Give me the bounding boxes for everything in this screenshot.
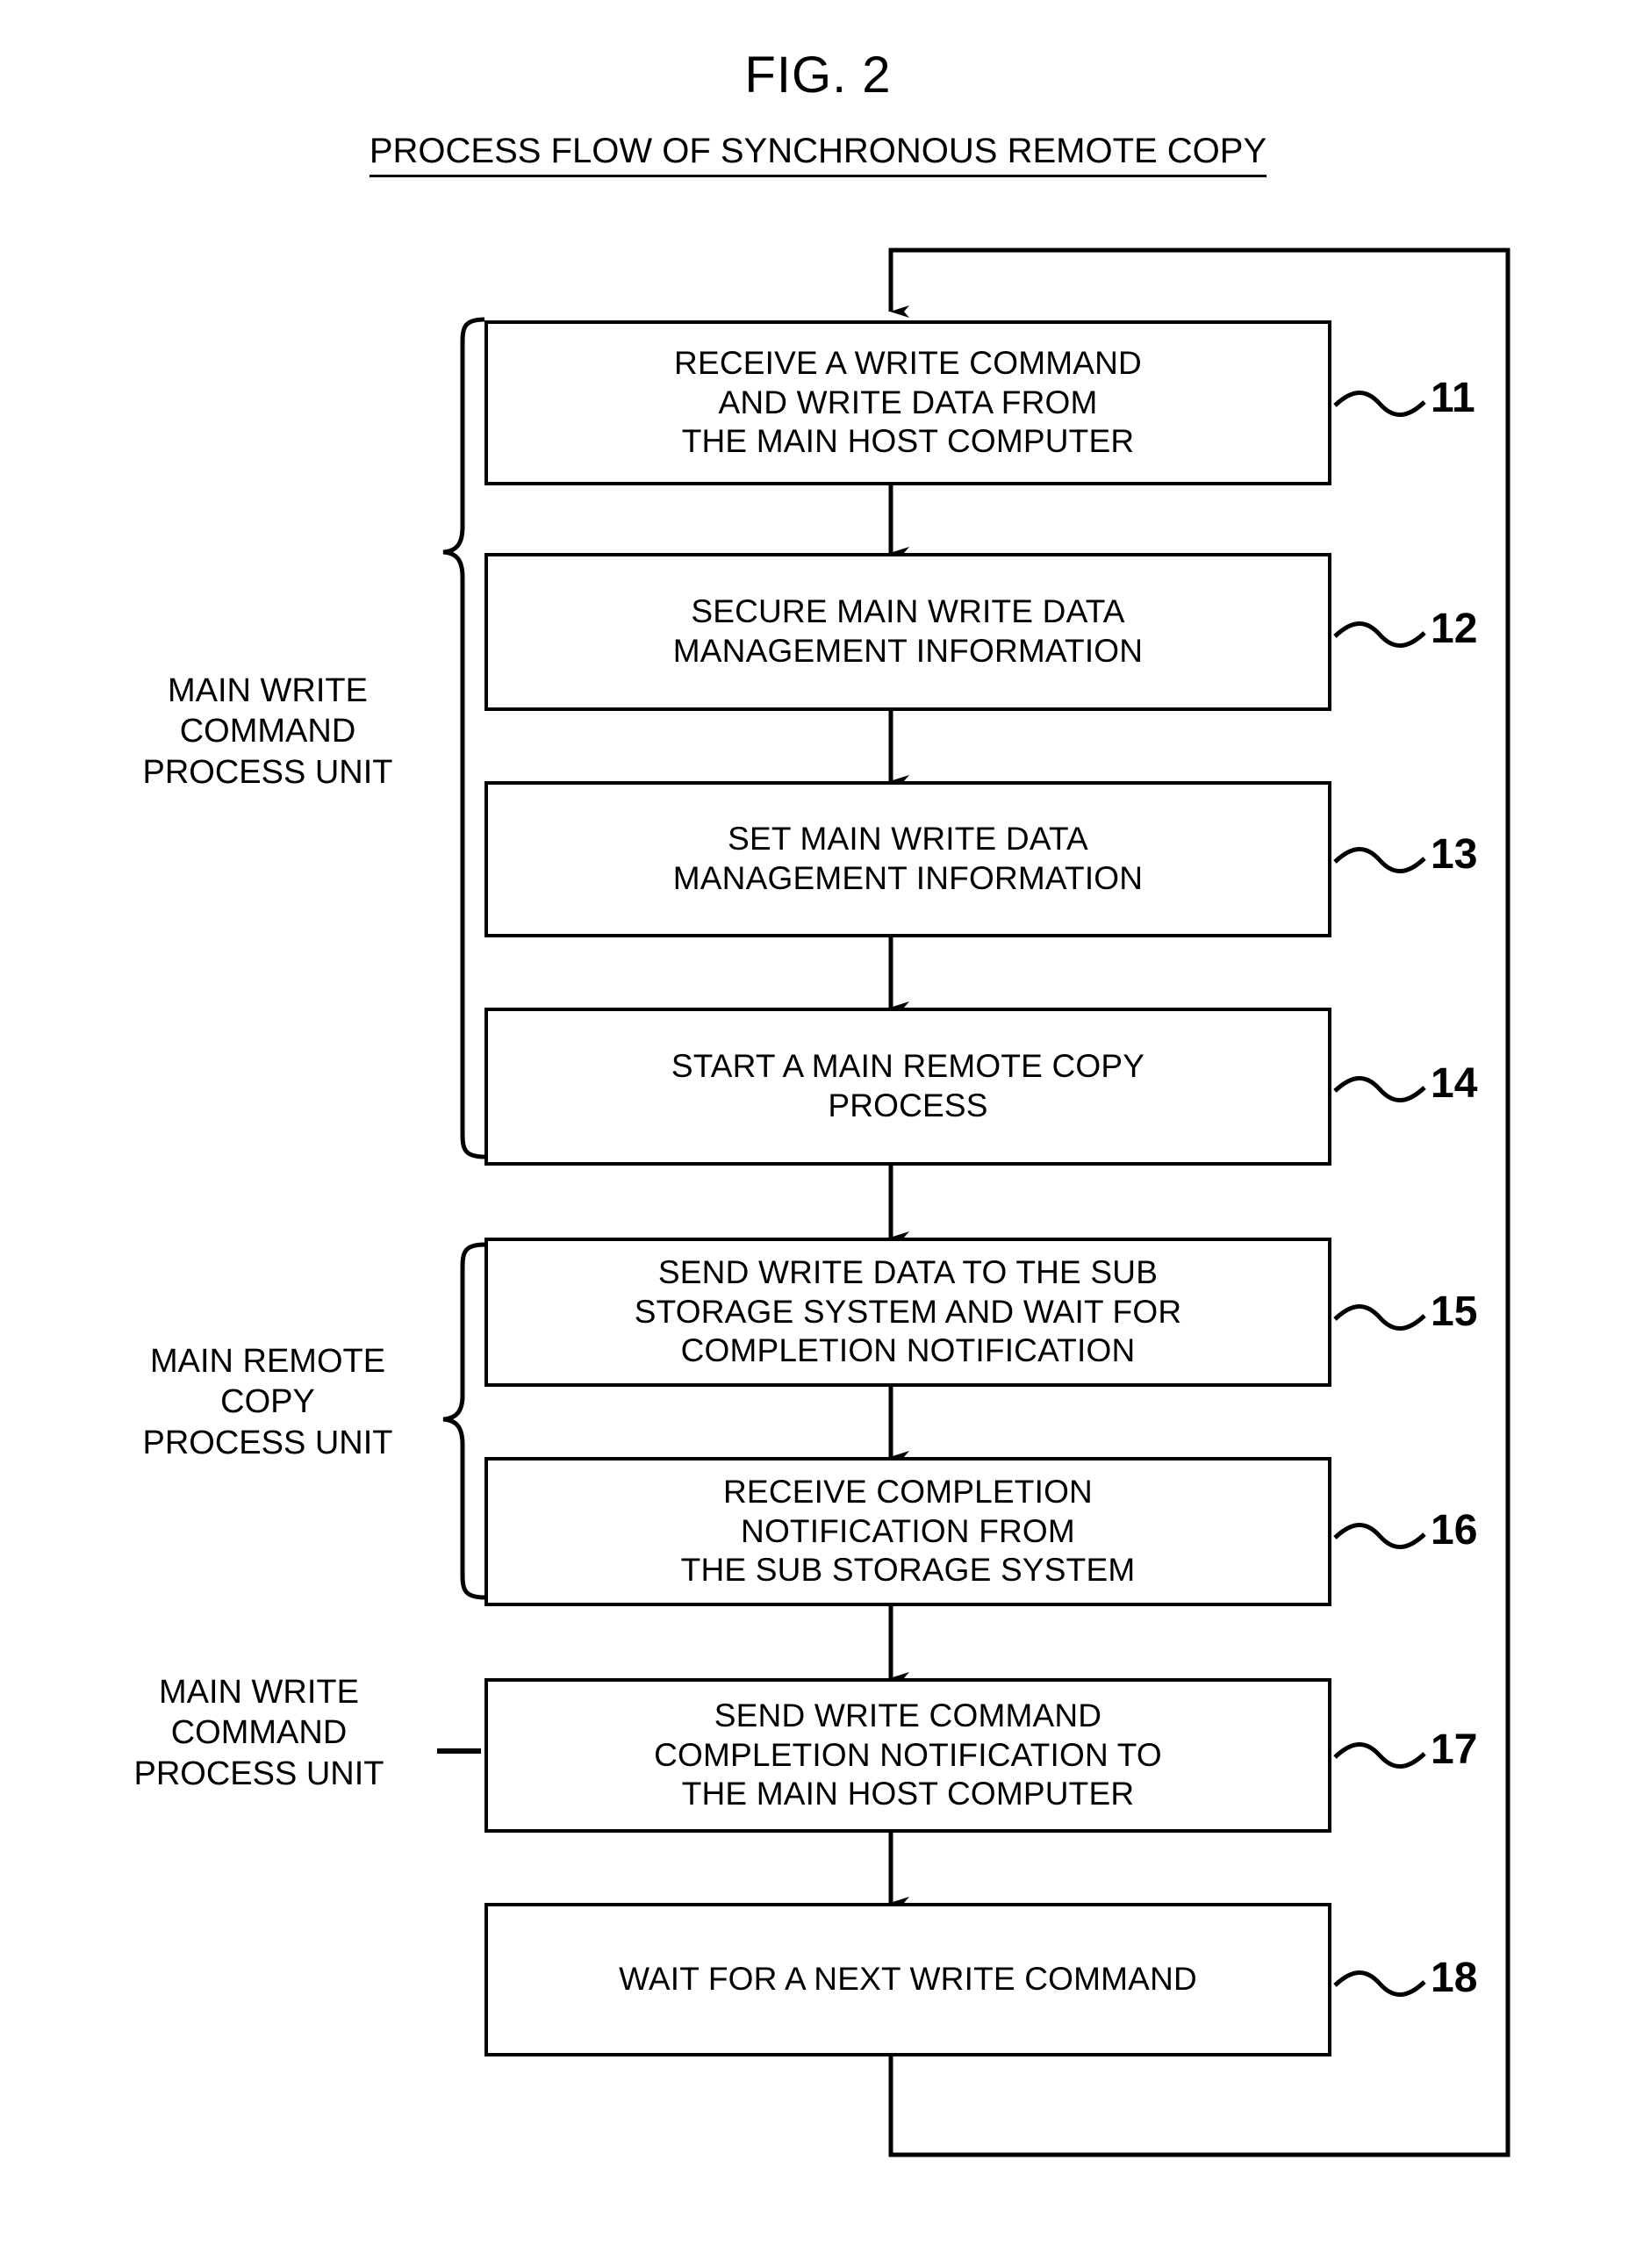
group-label-main-remote-copy-process-unit: MAIN REMOTE COPY PROCESS UNIT (142, 1343, 393, 1461)
process-box-14[interactable]: START A MAIN REMOTE COPY PROCESS (484, 1008, 1331, 1166)
process-box-16-text: RECEIVE COMPLETION NOTIFICATION FROM THE… (680, 1473, 1136, 1589)
process-box-16[interactable]: RECEIVE COMPLETION NOTIFICATION FROM THE… (484, 1457, 1331, 1606)
leader-13 (1333, 847, 1426, 873)
reference-numeral-11: 11 (1431, 375, 1475, 421)
reference-numeral-13: 13 (1431, 831, 1478, 878)
process-box-11[interactable]: RECEIVE A WRITE COMMAND AND WRITE DATA F… (484, 320, 1331, 485)
process-box-15-text: SEND WRITE DATA TO THE SUB STORAGE SYSTE… (634, 1253, 1182, 1369)
reference-numeral-12: 12 (1431, 606, 1478, 652)
leader-15 (1333, 1304, 1426, 1331)
process-box-12-text: SECURE MAIN WRITE DATA MANAGEMENT INFORM… (672, 593, 1144, 669)
process-box-13[interactable]: SET MAIN WRITE DATA MANAGEMENT INFORMATI… (484, 781, 1331, 937)
leader-18 (1333, 1970, 1426, 1997)
leader-17 (1333, 1742, 1426, 1769)
group-label-main-write-command-process-unit-top: MAIN WRITE COMMAND PROCESS UNIT (142, 672, 393, 791)
process-box-12[interactable]: SECURE MAIN WRITE DATA MANAGEMENT INFORM… (484, 553, 1331, 711)
reference-numeral-14: 14 (1431, 1060, 1478, 1107)
reference-numeral-15: 15 (1431, 1288, 1478, 1335)
reference-numeral-17: 17 (1431, 1726, 1478, 1773)
process-box-17-text: SEND WRITE COMMAND COMPLETION NOTIFICATI… (654, 1697, 1162, 1812)
process-box-17[interactable]: SEND WRITE COMMAND COMPLETION NOTIFICATI… (484, 1678, 1331, 1833)
brace-main-write-command-unit-top (442, 317, 485, 1159)
process-box-14-text: START A MAIN REMOTE COPY PROCESS (671, 1048, 1145, 1123)
reference-leader-lines (1333, 391, 1426, 1997)
leader-12 (1333, 621, 1426, 648)
process-box-11-text: RECEIVE A WRITE COMMAND AND WRITE DATA F… (674, 344, 1142, 460)
process-box-18-text: WAIT FOR A NEXT WRITE COMMAND (619, 1961, 1197, 1998)
loop-back-path (888, 248, 1510, 2157)
group-label-main-write-command-process-unit-bottom: MAIN WRITE COMMAND PROCESS UNIT (133, 1674, 384, 1792)
reference-numeral-16: 16 (1431, 1507, 1478, 1554)
brace-main-remote-copy-unit (442, 1242, 485, 1600)
reference-numeral-18: 18 (1431, 1955, 1478, 2001)
process-box-13-text: SET MAIN WRITE DATA MANAGEMENT INFORMATI… (672, 821, 1144, 896)
process-box-18[interactable]: WAIT FOR A NEXT WRITE COMMAND (484, 1903, 1331, 2056)
process-box-15[interactable]: SEND WRITE DATA TO THE SUB STORAGE SYSTE… (484, 1238, 1331, 1387)
leader-16 (1333, 1523, 1426, 1549)
leader-11 (1333, 391, 1426, 417)
patent-figure: FIG. 2 PROCESS FLOW OF SYNCHRONOUS REMOT… (0, 0, 1636, 2268)
leader-14 (1333, 1076, 1426, 1102)
